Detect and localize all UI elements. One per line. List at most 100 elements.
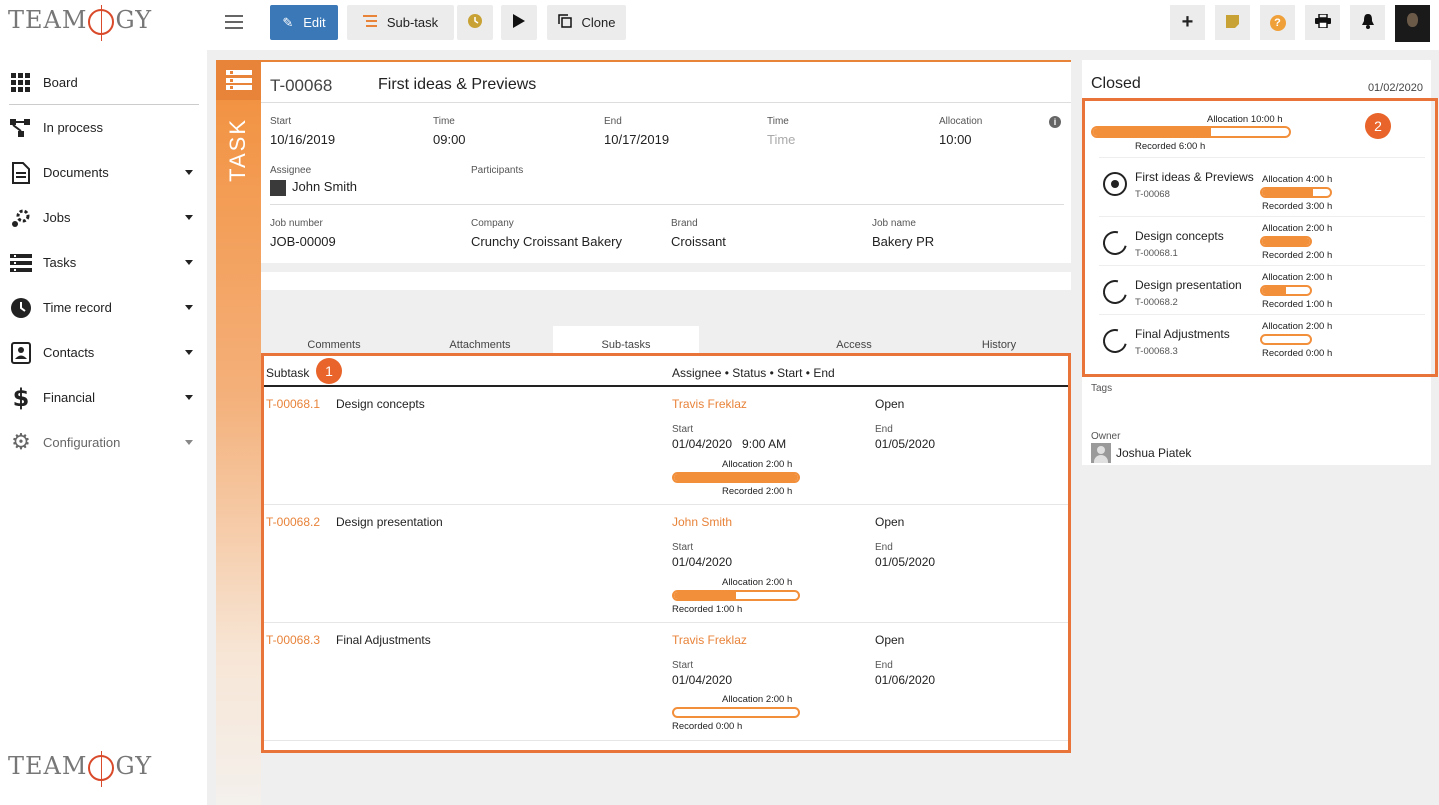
task-strip: TASK: [216, 60, 261, 805]
divider: [270, 204, 1064, 205]
copy-icon: [557, 14, 572, 31]
time-label: Time: [433, 116, 455, 127]
summary-item-name: Design presentation: [1135, 278, 1242, 292]
subtask-code-link[interactable]: T-00068.3: [266, 633, 320, 647]
sidebar-item-configuration[interactable]: ⚙ Configuration: [0, 420, 207, 465]
allocation-summary: Allocation 10:00 h Recorded 6:00 h 2 Fir…: [1082, 98, 1438, 377]
progress-fill: [674, 592, 736, 599]
subtask-circle-icon: [1098, 226, 1132, 260]
avatar: [1091, 443, 1111, 463]
job-number-value: JOB-00009: [270, 234, 336, 249]
summary-item[interactable]: Final Adjustments T-00068.3 Allocation 2…: [1098, 314, 1425, 362]
print-button[interactable]: [1305, 5, 1340, 40]
time-value: 09:00: [433, 132, 466, 147]
plus-icon: +: [1181, 11, 1194, 33]
subtask-assignee-link[interactable]: Travis Freklaz: [672, 397, 747, 411]
allocation-text: Allocation 2:00 h: [1262, 272, 1333, 283]
clone-button[interactable]: Clone: [547, 5, 626, 40]
help-button[interactable]: ?: [1260, 5, 1295, 40]
chevron-down-icon[interactable]: [185, 260, 193, 265]
end-value: 01/05/2020: [875, 437, 936, 451]
summary-item-name: First ideas & Previews: [1135, 170, 1254, 184]
timer-button[interactable]: [457, 5, 493, 40]
sidebar-item-label: Board: [43, 75, 78, 90]
recorded-text: Recorded 0:00 h: [1262, 348, 1333, 359]
dollar-icon: $: [12, 383, 30, 412]
subtask-name: Design concepts: [336, 397, 425, 411]
tab-comments[interactable]: Comments: [261, 326, 407, 353]
tab-sub-tasks[interactable]: Sub-tasks: [553, 326, 699, 353]
sidebar-item-financial[interactable]: $ Financial: [0, 375, 207, 420]
end-label: End: [604, 116, 622, 127]
subtask-circle-icon: [1098, 275, 1132, 309]
task-code: T-00068: [270, 76, 333, 95]
chevron-down-icon[interactable]: [185, 170, 193, 175]
sidebar-item-tasks[interactable]: Tasks: [0, 240, 207, 285]
end-value: 10/17/2019: [604, 132, 670, 147]
printer-icon: [1314, 13, 1331, 31]
sidebar-item-in-process[interactable]: In process: [0, 105, 207, 150]
add-button[interactable]: +: [1170, 5, 1205, 40]
teamogy-logo[interactable]: TEAM GY: [8, 4, 152, 41]
allocation-text: Allocation 2:00 h: [1262, 321, 1333, 332]
participants-label: Participants: [471, 165, 524, 176]
subtask-column-header: Subtask: [266, 366, 310, 380]
task-list-icon: [216, 60, 261, 100]
chevron-down-icon[interactable]: [185, 395, 193, 400]
table-row[interactable]: T-00068.1 Design concepts Travis Freklaz…: [264, 387, 1068, 505]
subtask-code-link[interactable]: T-00068.2: [266, 515, 320, 529]
subtask-status: Open: [875, 633, 905, 647]
subtask-assignee-link[interactable]: Travis Freklaz: [672, 633, 747, 647]
table-row[interactable]: T-00068.3 Final Adjustments Travis Frekl…: [264, 623, 1068, 741]
chevron-down-icon[interactable]: [185, 350, 193, 355]
sidebar-item-board[interactable]: Board: [0, 60, 207, 105]
tags-label: Tags: [1091, 383, 1113, 394]
start-label: Start: [672, 660, 694, 671]
note-button[interactable]: [1215, 5, 1250, 40]
detail-tabs: Comments Attachments Sub-tasks Access Hi…: [261, 326, 1071, 353]
sidebar-item-time-record[interactable]: Time record: [0, 285, 207, 330]
recorded-text: Recorded 0:00 h: [672, 721, 743, 732]
edit-button[interactable]: ✎ Edit: [270, 5, 338, 40]
subtask-button[interactable]: Sub-task: [347, 5, 454, 40]
help-icon: ?: [1269, 14, 1286, 31]
summary-item-name: Design concepts: [1135, 229, 1224, 243]
allocation-value: 10:00: [939, 132, 972, 147]
summary-item[interactable]: First ideas & Previews T-00068 Allocatio…: [1099, 157, 1425, 212]
chevron-down-icon[interactable]: [185, 305, 193, 310]
sidebar-item-label: Documents: [43, 165, 109, 180]
sidebar: TEAMGY Board In process Documents Jobs: [0, 0, 207, 805]
sidebar-item-jobs[interactable]: Jobs: [0, 195, 207, 240]
start-label: Start: [672, 424, 694, 435]
top-toolbar: ✎ Edit Sub-task Clone + ?: [207, 0, 1439, 50]
subtask-assignee-link[interactable]: John Smith: [672, 515, 732, 529]
summary-item[interactable]: Design presentation T-00068.2 Allocation…: [1098, 265, 1425, 313]
info-icon[interactable]: i: [1049, 116, 1061, 128]
subtask-list: Subtask 1 Assignee • Status • Start • En…: [261, 353, 1071, 753]
menu-icon[interactable]: [225, 15, 243, 29]
play-button[interactable]: [501, 5, 537, 40]
table-row[interactable]: T-00068.2 Design presentation John Smith…: [264, 505, 1068, 623]
end-label: End: [875, 424, 893, 435]
notifications-button[interactable]: [1350, 5, 1385, 40]
sidebar-item-documents[interactable]: Documents: [0, 150, 207, 195]
end-time-placeholder: Time: [767, 132, 796, 147]
progress-fill: [1262, 238, 1310, 245]
sidebar-item-contacts[interactable]: Contacts: [0, 330, 207, 375]
sidebar-item-label: Configuration: [43, 435, 121, 450]
tab-attachments[interactable]: Attachments: [407, 326, 553, 353]
tasks-icon: [10, 252, 32, 274]
tab-history[interactable]: History: [927, 326, 1071, 353]
chevron-down-icon[interactable]: [185, 215, 193, 220]
subtask-code-link[interactable]: T-00068.1: [266, 397, 320, 411]
allocation-text: Allocation 2:00 h: [722, 577, 793, 588]
brand-value: Croissant: [671, 234, 726, 249]
summary-item[interactable]: Design concepts T-00068.1 Allocation 2:0…: [1098, 216, 1425, 264]
tab-access[interactable]: Access: [781, 326, 927, 353]
sticky-note-icon: [1226, 14, 1239, 31]
gear-icon: ⚙: [11, 430, 31, 455]
job-name-value: Bakery PR: [872, 234, 935, 249]
chevron-down-icon[interactable]: [185, 440, 193, 445]
user-avatar[interactable]: [1395, 5, 1430, 42]
progress-bar: [1260, 187, 1332, 198]
